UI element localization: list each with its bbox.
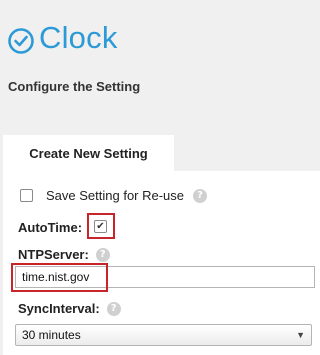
clock-icon [8, 28, 34, 54]
settings-panel: Save Setting for Re-use ? AutoTime: ✔ NT… [3, 171, 320, 355]
autotime-highlight: ✔ [87, 213, 115, 239]
syncinterval-label: SyncInterval: [18, 301, 100, 316]
page-title: Clock [39, 20, 118, 55]
autotime-label: AutoTime: [18, 220, 83, 235]
syncinterval-selected-value: 30 minutes [22, 328, 81, 342]
ntpserver-row: NTPServer: ? [18, 247, 110, 262]
save-setting-checkbox[interactable] [20, 189, 33, 202]
help-icon[interactable]: ? [95, 247, 110, 262]
autotime-checkbox[interactable]: ✔ [94, 220, 107, 233]
help-icon[interactable]: ? [106, 301, 121, 316]
save-setting-row: Save Setting for Re-use ? [20, 188, 208, 203]
header: Clock Configure the Setting [0, 0, 320, 135]
chevron-down-icon: ▼ [296, 330, 305, 340]
syncinterval-row: SyncInterval: ? [18, 301, 121, 316]
syncinterval-select[interactable]: 30 minutes ▼ [15, 324, 312, 346]
autotime-row: AutoTime: [18, 220, 82, 235]
save-setting-label: Save Setting for Re-use [46, 188, 185, 203]
ntpserver-highlight [11, 263, 108, 292]
help-icon[interactable]: ? [193, 188, 208, 203]
page-subtitle: Configure the Setting [8, 79, 141, 94]
ntpserver-label: NTPServer: [18, 247, 89, 262]
tab-create-new-setting[interactable]: Create New Setting [3, 135, 174, 171]
